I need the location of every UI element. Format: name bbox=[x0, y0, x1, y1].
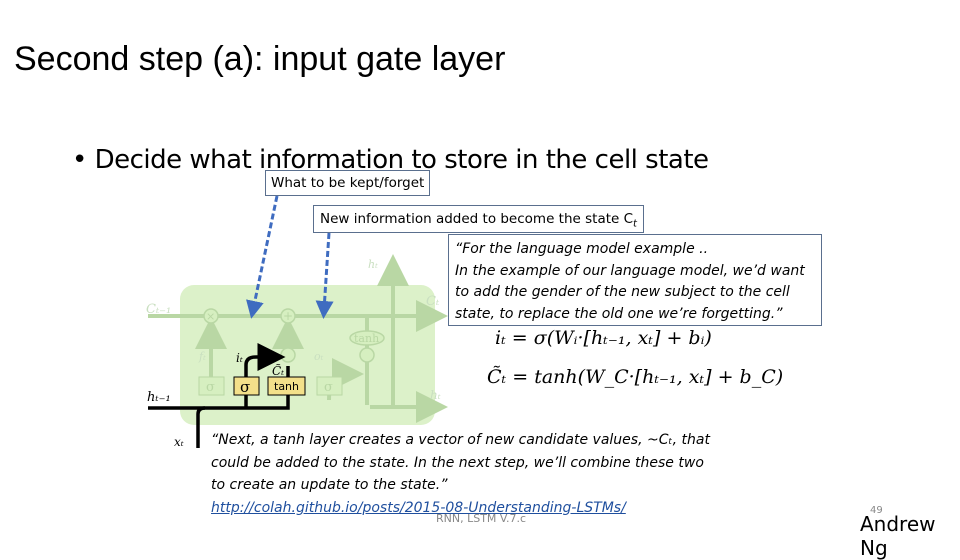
i-t-label: iₜ bbox=[236, 351, 243, 365]
input-gate-equation: iₜ = σ(Wᵢ·[hₜ₋₁, xₜ] + bᵢ) bbox=[495, 327, 712, 349]
tanh-quote: “Next, a tanh layer creates a vector of … bbox=[211, 429, 731, 519]
output-sigma: σ bbox=[324, 380, 333, 395]
quote-line-2: could be added to the state. In the next… bbox=[211, 454, 704, 471]
input-multiply-icon bbox=[280, 347, 296, 363]
plus-label: + bbox=[283, 309, 293, 323]
c-t-label: Cₜ bbox=[426, 294, 440, 309]
colah-link[interactable]: http://colah.github.io/posts/2015-08-Und… bbox=[211, 500, 626, 516]
h-t-label: hₜ bbox=[430, 388, 441, 402]
x-t-label: xₜ bbox=[174, 435, 184, 449]
slide-footer: RNN, LSTM V.7.c bbox=[436, 512, 527, 525]
kept-forget-callout: What to be kept/forget bbox=[265, 170, 431, 196]
quote-line-1: “Next, a tanh layer creates a vector of … bbox=[211, 432, 710, 448]
h-t-top-label: hₜ bbox=[368, 258, 378, 271]
input-sigma-label: σ bbox=[240, 378, 250, 396]
new-info-callout: New information added to become the stat… bbox=[313, 205, 644, 233]
forget-sigma: σ bbox=[206, 380, 215, 395]
lm-line-2: In the example of our language model, we… bbox=[455, 262, 805, 279]
new-info-subscript: t bbox=[633, 218, 637, 230]
times-label: × bbox=[206, 310, 215, 323]
candidate-equation: C̃ₜ = tanh(W_C·[hₜ₋₁, xₜ] + b_C) bbox=[487, 366, 784, 388]
h-prev-label: hₜ₋₁ bbox=[147, 390, 171, 405]
c-tilde-label: C̃ₜ bbox=[272, 363, 284, 378]
lm-line-1: “For the language model example .. bbox=[455, 241, 709, 257]
language-model-callout: “For the language model example .. In th… bbox=[448, 234, 822, 326]
new-info-text: New information added to become the stat… bbox=[320, 211, 634, 227]
lstm-cell bbox=[180, 285, 435, 425]
c-prev-label: Cₜ₋₁ bbox=[146, 302, 171, 317]
tanh-layer-label: tanh bbox=[274, 380, 299, 393]
lm-line-4: state, to replace the old one we’re forg… bbox=[455, 305, 783, 322]
author-name: Andrew Ng bbox=[860, 512, 936, 560]
f-t-label: fₜ bbox=[198, 350, 206, 363]
tanh-faded-label: tanh bbox=[354, 332, 379, 345]
quote-line-3: to create an update to the state.” bbox=[211, 477, 448, 493]
output-multiply-icon bbox=[359, 347, 375, 363]
o-t-label: oₜ bbox=[314, 350, 324, 363]
lm-line-3: to add the gender of the new subject to … bbox=[455, 284, 790, 300]
